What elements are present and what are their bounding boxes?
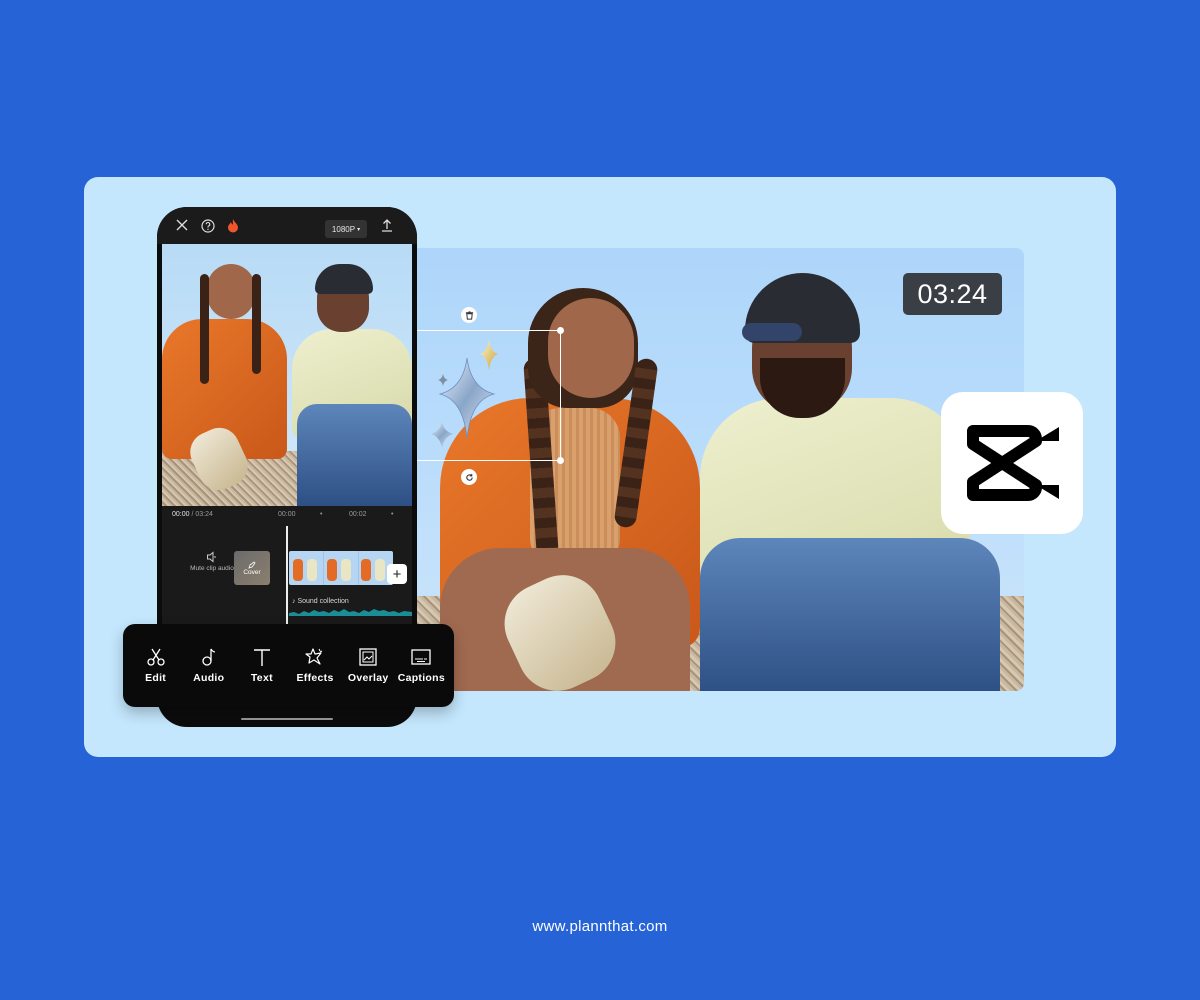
- upload-icon[interactable]: [381, 218, 393, 234]
- phone-video-preview[interactable]: [162, 244, 412, 506]
- audio-waveform: [289, 609, 412, 616]
- capcut-logo-tile: [941, 392, 1083, 534]
- man-jeans: [700, 538, 1000, 691]
- toolbar-label: Audio: [193, 672, 225, 684]
- mute-label: Mute clip audio: [190, 565, 234, 572]
- timeline-ruler: 00:00 / 03:24 00:00 • 00:02 •: [172, 511, 412, 523]
- time-separator: /: [191, 511, 194, 518]
- rotate-icon[interactable]: [461, 469, 477, 485]
- ruler-tick: •: [391, 511, 394, 518]
- trash-icon[interactable]: [461, 307, 477, 323]
- woman-braid: [200, 274, 209, 384]
- frame-figure: [361, 559, 371, 581]
- cover-label: Cover: [243, 568, 261, 576]
- add-clip-button[interactable]: +: [387, 564, 407, 584]
- resize-handle[interactable]: [557, 457, 564, 464]
- toolbar-label: Overlay: [347, 672, 389, 684]
- toolbar-label: Captions: [397, 672, 446, 684]
- man-beanie: [315, 264, 373, 294]
- cover-button[interactable]: Cover: [234, 551, 270, 585]
- overlay-icon: [359, 648, 377, 666]
- woman-face: [207, 264, 255, 319]
- toolbar-label: Text: [250, 672, 273, 684]
- toolbar-overlay[interactable]: Overlay: [342, 647, 394, 684]
- music-note-icon: [202, 648, 215, 666]
- editor-toolbar: Edit Audio Text Effects Overlay Captions: [123, 624, 454, 707]
- music-note-icon: ♪: [292, 598, 296, 605]
- sound-label: Sound collection: [297, 598, 349, 605]
- ruler-tick: •: [320, 511, 323, 518]
- close-icon[interactable]: [176, 219, 188, 233]
- toolbar-label: Edit: [145, 672, 167, 684]
- frame-figure: [293, 559, 303, 581]
- resize-handle[interactable]: [557, 327, 564, 334]
- star-effects-icon: [305, 648, 323, 665]
- frame-figure: [341, 559, 351, 581]
- woman-braid: [252, 274, 261, 374]
- toolbar-text[interactable]: Text: [236, 647, 288, 684]
- man-sunglasses: [742, 323, 802, 341]
- total-time: 03:24: [195, 511, 213, 518]
- ruler-tick: 00:02: [349, 511, 367, 518]
- frame-figure: [307, 559, 317, 581]
- playhead[interactable]: [286, 526, 288, 626]
- pencil-icon: [248, 560, 256, 569]
- footer-url[interactable]: www.plannthat.com: [0, 918, 1200, 935]
- toolbar-captions[interactable]: Captions: [395, 647, 447, 684]
- scissors-icon: [146, 648, 165, 666]
- toolbar-label: Effects: [296, 672, 334, 684]
- caret-down-icon: ▾: [357, 226, 361, 233]
- ruler-tick: 00:00: [278, 511, 296, 518]
- frame-figure: [375, 559, 385, 581]
- toolbar-effects[interactable]: Effects: [289, 647, 341, 684]
- duration-badge: 03:24: [903, 273, 1002, 315]
- flame-icon[interactable]: [227, 218, 239, 235]
- capcut-logo-icon: [967, 425, 1059, 501]
- text-icon: [253, 649, 270, 666]
- help-icon[interactable]: [201, 219, 215, 235]
- timeline-editor: 00:00 / 03:24 00:00 • 00:02 • Mute clip …: [162, 506, 412, 626]
- man-jeans: [297, 404, 412, 506]
- current-time: 00:00: [172, 511, 190, 518]
- editor-topbar: 1080P ▾: [157, 207, 417, 244]
- captions-icon: [411, 649, 432, 665]
- speaker-icon: [207, 551, 216, 563]
- mute-clip-audio-button[interactable]: Mute clip audio: [182, 551, 242, 572]
- home-indicator: [241, 718, 333, 720]
- toolbar-audio[interactable]: Audio: [183, 647, 235, 684]
- resolution-dropdown[interactable]: 1080P ▾: [325, 220, 367, 238]
- frame-figure: [327, 559, 337, 581]
- video-clip-track[interactable]: [289, 551, 393, 585]
- sparkle-sticker[interactable]: [432, 338, 562, 458]
- sound-collection-track[interactable]: ♪ Sound collection: [292, 598, 349, 605]
- toolbar-edit[interactable]: Edit: [130, 647, 182, 684]
- resolution-label: 1080P: [331, 224, 356, 234]
